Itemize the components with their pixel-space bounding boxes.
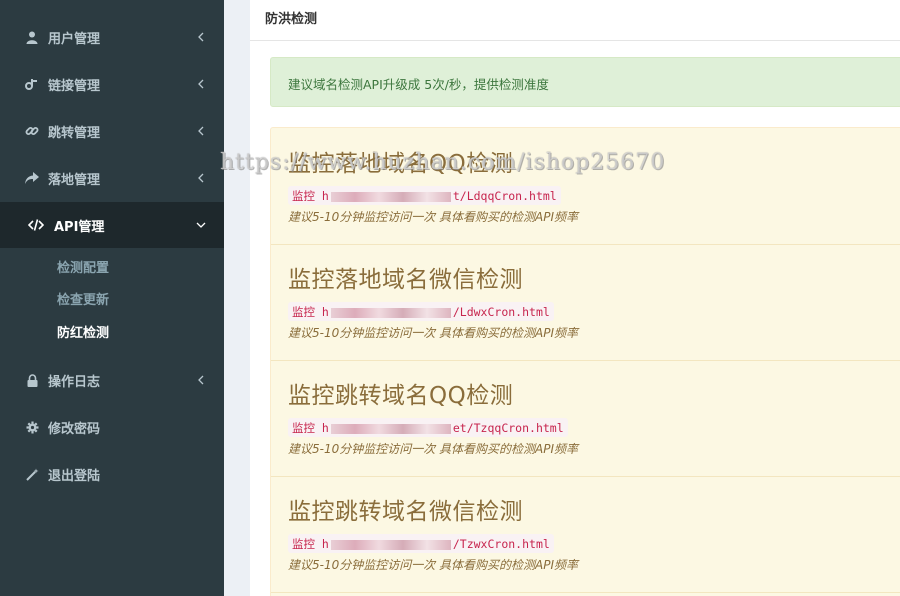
- menu-item-landing-management[interactable]: 落地管理: [0, 155, 224, 201]
- menu-label: 退出登陆: [48, 468, 101, 484]
- chevron-left-icon: [196, 126, 206, 136]
- url-suffix: t/LdqqCron.html: [452, 189, 557, 203]
- content-gutter: [224, 0, 250, 596]
- menu-label: 落地管理: [48, 172, 101, 188]
- submenu-item-check-update[interactable]: 检查更新: [57, 289, 109, 308]
- monitor-url[interactable]: 监控 h/LdwxCron.html: [288, 302, 554, 321]
- page-title: 防洪检测: [265, 12, 318, 27]
- monitor-section: 监控跳转域名微信检测 监控 h/TzwxCron.html 建议5-10分钟监控…: [271, 476, 900, 593]
- content-header: 防洪检测: [250, 0, 900, 41]
- main-content: 防洪检测 建议域名检测API升级成 5次/秒，提供检测准度 监控落地域名QQ检测…: [250, 0, 900, 596]
- menu-label: 修改密码: [48, 421, 101, 437]
- link-tree-icon: [24, 76, 40, 92]
- section-note: 建议5-10分钟监控访问一次 具体看购买的检测API频率: [288, 442, 579, 456]
- section-heading: 监控落地域名QQ检测: [288, 151, 514, 177]
- lock-icon: [24, 372, 40, 388]
- menu-item-operation-log[interactable]: 操作日志: [0, 357, 224, 403]
- menu-label: 操作日志: [48, 374, 101, 390]
- magic-wand-icon: [24, 466, 40, 482]
- redacted-url: [330, 539, 451, 550]
- section-note: 建议5-10分钟监控访问一次 具体看购买的检测API频率: [288, 558, 579, 572]
- chevron-left-icon: [196, 375, 206, 385]
- menu-item-link-management[interactable]: 链接管理: [0, 61, 224, 107]
- redacted-url: [330, 191, 451, 202]
- sidebar: 用户管理 链接管理 跳转管理 落地管理 API管理 检测配置 检查更新 防红检测…: [0, 0, 224, 596]
- redacted-url: [330, 307, 451, 318]
- success-alert: 建议域名检测API升级成 5次/秒，提供检测准度: [270, 57, 900, 107]
- chain-link-icon: [24, 123, 40, 139]
- url-suffix: et/TzqqCron.html: [452, 421, 564, 435]
- section-note: 建议5-10分钟监控访问一次 具体看购买的检测API频率: [288, 210, 579, 224]
- menu-label: API管理: [54, 219, 105, 235]
- menu-item-logout[interactable]: 退出登陆: [0, 451, 224, 497]
- url-prefix: 监控 h: [292, 537, 329, 551]
- monitor-url[interactable]: 监控 h et/TzqqCron.html: [288, 418, 568, 437]
- menu-group-api: API管理 检测配置 检查更新 防红检测: [0, 202, 224, 356]
- code-icon: [28, 217, 44, 233]
- chevron-left-icon: [196, 173, 206, 183]
- menu-item-user-management[interactable]: 用户管理: [0, 14, 224, 60]
- section-heading: 监控跳转域名QQ检测: [288, 383, 514, 409]
- menu-item-redirect-management[interactable]: 跳转管理: [0, 108, 224, 154]
- menu-label: 用户管理: [48, 31, 101, 47]
- menu-item-change-password[interactable]: 修改密码: [0, 404, 224, 450]
- user-icon: [24, 29, 40, 45]
- chevron-left-icon: [196, 79, 206, 89]
- gear-icon: [24, 419, 40, 435]
- monitor-section: 监控跳转域名QQ检测 监控 h et/TzqqCron.html 建议5-10分钟…: [271, 360, 900, 477]
- monitor-panel: 监控落地域名QQ检测 监控 h t/LdqqCron.html 建议5-10分钟监…: [270, 127, 900, 596]
- monitor-section: 监控落地域名微信检测 监控 h/LdwxCron.html 建议5-10分钟监控…: [271, 244, 900, 361]
- section-note: 建议5-10分钟监控访问一次 具体看购买的检测API频率: [288, 326, 579, 340]
- chevron-left-icon: [196, 32, 206, 42]
- submenu-item-anti-red-detection[interactable]: 防红检测: [57, 322, 109, 341]
- section-heading: 监控跳转域名微信检测: [288, 499, 523, 525]
- monitor-url[interactable]: 监控 h t/LdqqCron.html: [288, 186, 561, 205]
- monitor-url[interactable]: 监控 h/TzwxCron.html: [288, 534, 554, 553]
- menu-item-api-management[interactable]: API管理: [0, 202, 224, 248]
- url-prefix: 监控 h: [292, 189, 329, 203]
- submenu-item-detection-config[interactable]: 检测配置: [57, 257, 109, 276]
- url-prefix: 监控 h: [292, 305, 329, 319]
- monitor-section: 监控落地域名QQ检测 监控 h t/LdqqCron.html 建议5-10分钟监…: [271, 128, 900, 245]
- share-arrow-icon: [24, 170, 40, 186]
- menu-label: 链接管理: [48, 78, 101, 94]
- redacted-url: [330, 423, 451, 434]
- menu-label: 跳转管理: [48, 125, 101, 141]
- url-suffix: /TzwxCron.html: [452, 537, 550, 551]
- url-prefix: 监控 h: [292, 421, 329, 435]
- section-heading: 监控落地域名微信检测: [288, 267, 523, 293]
- chevron-down-icon: [196, 220, 206, 230]
- alert-text: 建议域名检测API升级成 5次/秒，提供检测准度: [288, 77, 549, 92]
- url-suffix: /LdwxCron.html: [452, 305, 550, 319]
- api-submenu: 检测配置 检查更新 防红检测: [0, 248, 224, 356]
